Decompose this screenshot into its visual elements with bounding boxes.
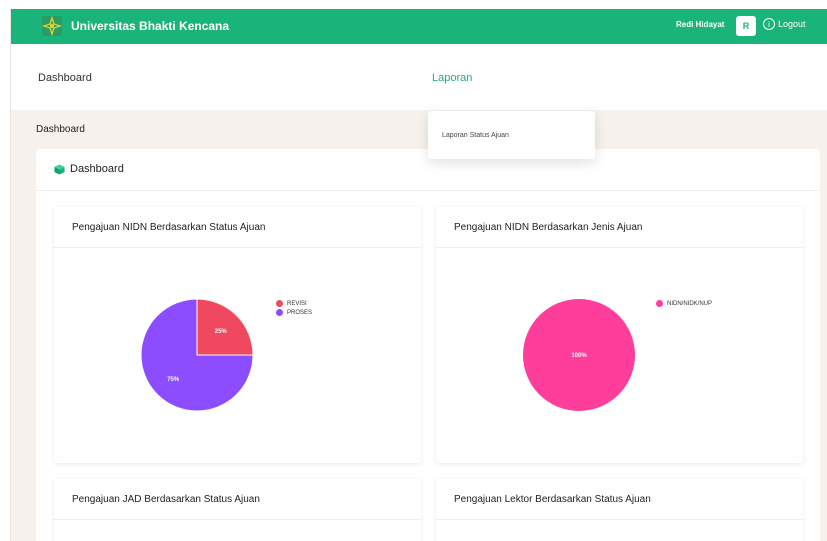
pie-data-label: 100% [571, 353, 587, 359]
pie-chart-nidn-jenis: 100% [523, 299, 635, 411]
pie-data-label: 25% [215, 329, 228, 335]
pie-data-label: 75% [167, 377, 180, 383]
app-frame: Universitas Bhakti Kencana Redi Hidayat … [10, 9, 827, 541]
laporan-dropdown-menu: Laporan Status Ajuan [428, 111, 595, 159]
chart-card-jad-status: Pengajuan JAD Berdasarkan Status Ajuan [54, 479, 421, 541]
chart-card-nidn-status: Pengajuan NIDN Berdasarkan Status Ajuan … [54, 207, 421, 463]
page-title: Dashboard [36, 124, 85, 135]
legend-swatch [656, 300, 663, 307]
nav-item-laporan[interactable]: Laporan [432, 72, 472, 84]
chart-legend: NIDN/NIDK/NUP [656, 300, 712, 307]
dashboard-panel: Dashboard Pengajuan NIDN Berdasarkan Sta… [36, 149, 820, 541]
top-bar: Universitas Bhakti Kencana Redi Hidayat … [11, 9, 827, 44]
legend-label: PROSES [287, 309, 313, 316]
main-nav: Dashboard Laporan [11, 44, 827, 110]
card-header: Pengajuan JAD Berdasarkan Status Ajuan [54, 479, 421, 520]
card-title: Pengajuan JAD Berdasarkan Status Ajuan [72, 494, 260, 505]
chart-legend: REVISI PROSES [276, 300, 312, 316]
pie-slice-revisi[interactable] [196, 298, 254, 356]
info-circle-icon: i [763, 18, 775, 30]
legend-swatch [276, 309, 283, 316]
card-header: Pengajuan NIDN Berdasarkan Jenis Ajuan [436, 207, 803, 248]
cube-icon [54, 164, 65, 175]
logout-button[interactable]: i Logout [763, 18, 806, 30]
card-title: Pengajuan Lektor Berdasarkan Status Ajua… [454, 494, 651, 505]
card-header: Pengajuan Lektor Berdasarkan Status Ajua… [436, 479, 803, 520]
user-name: Redi Hidayat [676, 20, 725, 29]
legend-label: REVISI [287, 300, 307, 307]
menu-item-laporan-status-ajuan[interactable]: Laporan Status Ajuan [442, 132, 509, 139]
avatar[interactable]: R [736, 16, 756, 36]
logo-icon [41, 15, 63, 37]
brand-name[interactable]: Universitas Bhakti Kencana [71, 19, 229, 33]
panel-title: Dashboard [70, 163, 124, 175]
chart-card-lektor-status: Pengajuan Lektor Berdasarkan Status Ajua… [436, 479, 803, 541]
card-title: Pengajuan NIDN Berdasarkan Jenis Ajuan [454, 222, 643, 233]
card-header: Pengajuan NIDN Berdasarkan Status Ajuan [54, 207, 421, 248]
chart-card-nidn-jenis: Pengajuan NIDN Berdasarkan Jenis Ajuan 1… [436, 207, 803, 463]
legend-label: NIDN/NIDK/NUP [667, 300, 713, 307]
pie-chart-nidn-status: 25% 75% [140, 298, 254, 412]
legend-item-nidn: NIDN/NIDK/NUP [656, 300, 712, 307]
nav-item-dashboard[interactable]: Dashboard [38, 72, 92, 84]
legend-item-revisi: REVISI [276, 300, 312, 307]
card-title: Pengajuan NIDN Berdasarkan Status Ajuan [72, 222, 266, 233]
logout-label: Logout [778, 19, 806, 29]
legend-item-proses: PROSES [276, 309, 312, 316]
legend-swatch [276, 300, 283, 307]
